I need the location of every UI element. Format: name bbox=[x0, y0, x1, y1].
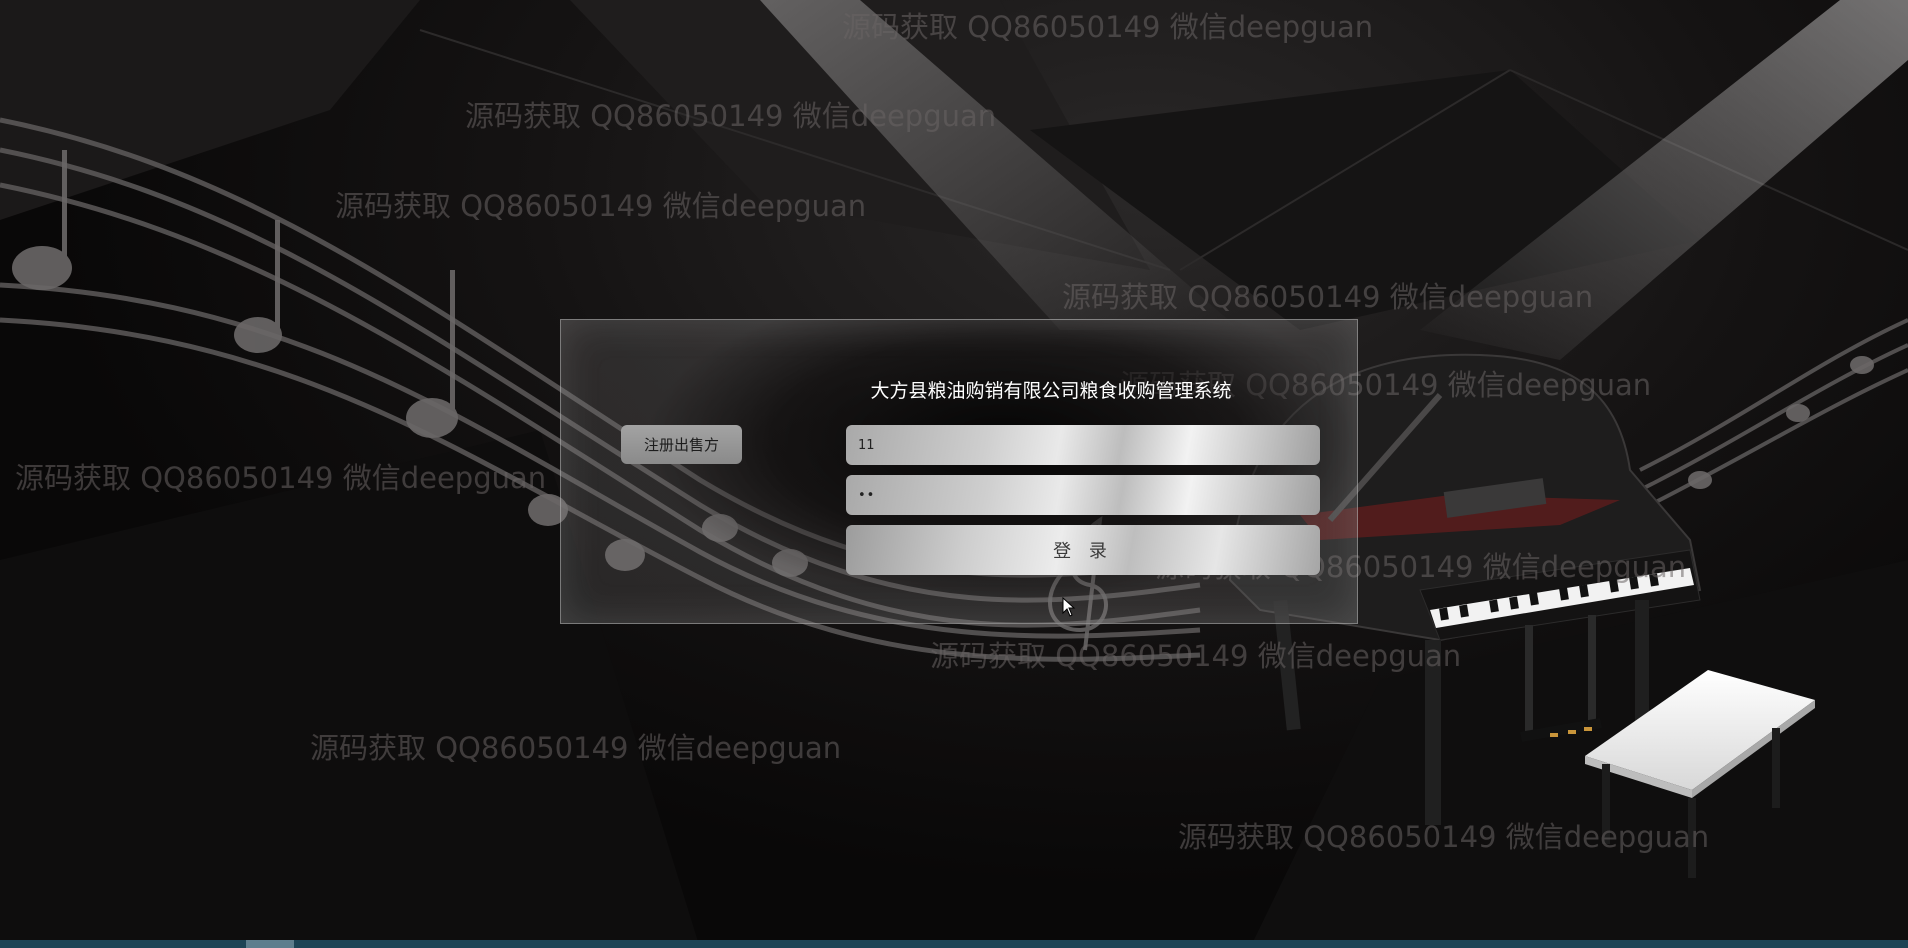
watermark-text: 源码获取 QQ86050149 微信deepguan bbox=[15, 461, 547, 495]
password-input[interactable] bbox=[846, 475, 1320, 515]
watermark-text: 源码获取 QQ86050149 微信deepguan bbox=[310, 731, 842, 765]
music-staff-right bbox=[1639, 318, 1908, 512]
watermark-text: 源码获取 QQ86050149 微信deepguan bbox=[1178, 820, 1710, 854]
watermark-text: 源码获取 QQ86050149 微信deepguan bbox=[1062, 280, 1594, 314]
taskbar bbox=[0, 940, 1908, 948]
username-input[interactable] bbox=[846, 425, 1320, 465]
arrow-cursor-icon bbox=[1062, 597, 1076, 617]
login-page: 源码获取 QQ86050149 微信deepguan 源码获取 QQ860501… bbox=[0, 0, 1908, 948]
page-title: 大方县粮油购销有限公司粮食收购管理系统 bbox=[870, 380, 1232, 402]
login-panel: 大方县粮油购销有限公司粮食收购管理系统 注册出售方 登 录 bbox=[560, 319, 1358, 624]
watermark-text: 源码获取 QQ86050149 微信deepguan bbox=[842, 10, 1374, 44]
watermark-text: 源码获取 QQ86050149 微信deepguan bbox=[335, 189, 867, 223]
register-seller-button[interactable]: 注册出售方 bbox=[621, 425, 742, 464]
login-button[interactable]: 登 录 bbox=[846, 525, 1320, 575]
watermark-text: 源码获取 QQ86050149 微信deepguan bbox=[930, 639, 1462, 673]
watermark-text: 源码获取 QQ86050149 微信deepguan bbox=[465, 99, 997, 133]
taskbar-item[interactable] bbox=[246, 940, 294, 948]
